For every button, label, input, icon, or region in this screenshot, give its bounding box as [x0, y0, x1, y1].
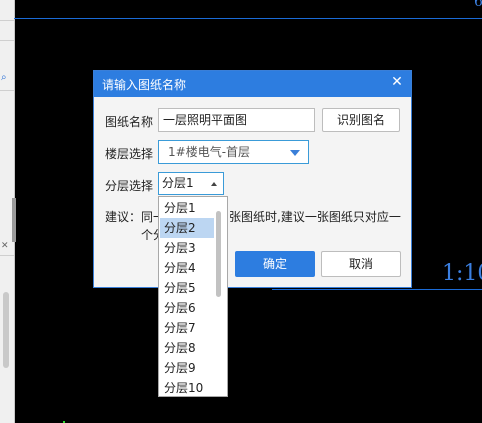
panel-divider	[0, 20, 14, 21]
drawing-name-input[interactable]: 一层照明平面图	[158, 108, 315, 132]
cad-scale-text: 1:10	[442, 261, 482, 286]
layer-select-value: 分层1	[162, 176, 194, 190]
list-item[interactable]: 分层9	[160, 358, 214, 378]
ok-button[interactable]: 确定	[235, 251, 315, 277]
dialog-title: 请输入图纸名称	[102, 78, 187, 92]
list-item[interactable]: 分层6	[160, 298, 214, 318]
list-item[interactable]: 分层1	[160, 198, 214, 218]
cad-line-scale	[272, 289, 482, 290]
cad-corner-text: 6	[474, 0, 482, 10]
floor-select-label: 楼层选择	[105, 147, 154, 161]
panel-scrollbar[interactable]	[3, 292, 9, 368]
drawing-name-label: 图纸名称	[105, 115, 154, 129]
floor-select[interactable]: 1#楼电气-首层	[158, 140, 309, 164]
list-item[interactable]: 分层3	[160, 238, 214, 258]
cancel-button[interactable]: 取消	[321, 251, 401, 277]
panel-divider	[0, 90, 14, 91]
layer-select-label: 分层选择	[105, 179, 154, 193]
panel-resize-handle[interactable]	[12, 198, 16, 242]
close-icon[interactable]: ✕	[389, 74, 405, 90]
list-item[interactable]: 分层8	[160, 338, 214, 358]
floor-select-value: 1#楼电气-首层	[168, 145, 251, 159]
close-icon[interactable]: ✕	[1, 241, 9, 251]
list-item[interactable]: 分层5	[160, 278, 214, 298]
list-item[interactable]: 分层10	[160, 378, 214, 396]
chevron-down-icon	[290, 150, 300, 156]
dialog-titlebar[interactable]: 请输入图纸名称 ✕	[94, 71, 411, 97]
list-item-selected[interactable]: 分层2	[160, 218, 214, 238]
tip-text-line1-start: 建议：同一	[105, 210, 166, 224]
search-icon[interactable]: ⌕	[1, 72, 7, 83]
panel-divider	[0, 40, 14, 41]
layer-dropdown-list[interactable]: 分层1 分层2 分层3 分层4 分层5 分层6 分层7 分层8 分层9 分层10	[158, 196, 228, 397]
tip-text-line1-end: 张图纸时,建议一张图纸只对应一	[229, 210, 401, 224]
layer-select[interactable]: 分层1	[158, 172, 224, 195]
cad-line-top	[14, 18, 482, 19]
list-item[interactable]: 分层7	[160, 318, 214, 338]
identify-name-button[interactable]: 识别图名	[322, 108, 400, 132]
list-item[interactable]: 分层4	[160, 258, 214, 278]
dropdown-scrollbar[interactable]	[216, 211, 221, 297]
panel-divider	[0, 255, 14, 256]
chevron-up-icon	[211, 182, 217, 186]
drawing-name-dialog: 请输入图纸名称 ✕ 图纸名称 一层照明平面图 识别图名 楼层选择 1#楼电气-首…	[93, 70, 412, 288]
